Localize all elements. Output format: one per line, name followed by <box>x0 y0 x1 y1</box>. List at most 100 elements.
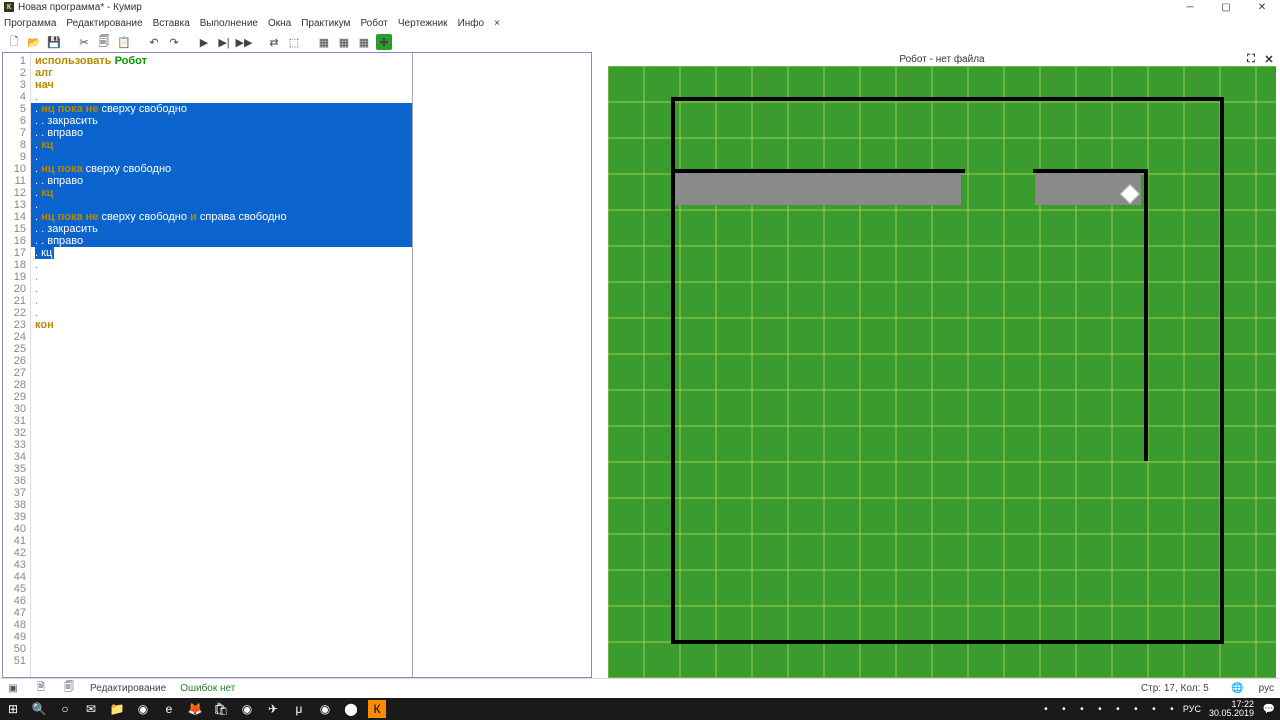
close-button[interactable]: ✕ <box>1244 0 1280 14</box>
code-line-17[interactable]: . кц <box>31 247 412 259</box>
painted-cell <box>675 173 961 205</box>
menu-Практикум[interactable]: Практикум <box>301 18 350 29</box>
code-line-2[interactable]: алг <box>31 67 412 79</box>
toggle2-button[interactable]: ⬚ <box>286 34 302 50</box>
status-lang-icon[interactable]: 🌐 <box>1231 682 1245 696</box>
code-line-19[interactable]: . <box>31 271 412 283</box>
menu-Редактирование[interactable]: Редактирование <box>66 18 142 29</box>
cut-button[interactable]: ✂ <box>76 34 92 50</box>
code-line-21[interactable]: . <box>31 295 412 307</box>
code-line-4[interactable]: . <box>31 91 412 103</box>
menu-×[interactable]: × <box>494 18 500 29</box>
code-line-8[interactable]: . кц <box>31 139 412 151</box>
menu-Окна[interactable]: Окна <box>268 18 291 29</box>
code-line-24[interactable] <box>31 331 412 343</box>
code-line-23[interactable]: кон <box>31 319 412 331</box>
undo-button[interactable]: ↶ <box>146 34 162 50</box>
tray-bt[interactable]: • <box>1057 702 1071 716</box>
taskbar-steam[interactable]: ◉ <box>238 700 256 718</box>
menu-Инфо[interactable]: Инфо <box>458 18 485 29</box>
tray-lang[interactable]: • <box>1165 702 1179 716</box>
code-line-1[interactable]: использовать Робот <box>31 55 412 67</box>
grid2-button[interactable]: ▦ <box>336 34 352 50</box>
menu-Вставка[interactable]: Вставка <box>153 18 190 29</box>
taskbar-chrome2[interactable]: ◉ <box>316 700 334 718</box>
code-line-16[interactable]: . . вправо <box>31 235 412 247</box>
menu-Чертежник[interactable]: Чертежник <box>398 18 448 29</box>
open-button[interactable]: 📂 <box>26 34 42 50</box>
save-button[interactable]: 💾 <box>46 34 62 50</box>
paste-button[interactable]: 📋 <box>116 34 132 50</box>
robot-field[interactable] <box>608 66 1276 678</box>
new-button[interactable]: 🗋 <box>6 34 22 50</box>
taskbar-edge[interactable]: e <box>160 700 178 718</box>
taskbar-store[interactable]: 🛍 <box>212 700 230 718</box>
fast-button[interactable]: ▶▶ <box>236 34 252 50</box>
taskbar-chrome[interactable]: ◉ <box>134 700 152 718</box>
taskbar-mail[interactable]: ✉ <box>82 700 100 718</box>
taskbar-win[interactable]: ⊞ <box>4 700 22 718</box>
robot-expand-icon[interactable]: ⛶ <box>1244 52 1258 66</box>
minimize-button[interactable]: ─ <box>1172 0 1208 14</box>
robot-panel-title: Робот - нет файла <box>899 54 984 65</box>
editor-pane: 1234567891011121314151617181920212223242… <box>2 52 592 678</box>
menu-Программа[interactable]: Программа <box>4 18 56 29</box>
code-line-6[interactable]: . . закрасить <box>31 115 412 127</box>
inner-wall <box>675 169 965 173</box>
toggle1-button[interactable]: ⇄ <box>266 34 282 50</box>
taskbar-explorer[interactable]: 📁 <box>108 700 126 718</box>
status-errors: Ошибок нет <box>180 683 235 694</box>
outer-wall <box>671 97 675 640</box>
app-icon: К <box>4 2 14 12</box>
status-cursor-pos: Стр: 17, Кол: 5 <box>1141 683 1209 694</box>
step-button[interactable]: ▶| <box>216 34 232 50</box>
status-mode: Редактирование <box>90 683 166 694</box>
tray-eye[interactable]: • <box>1093 702 1107 716</box>
taskbar-telegram[interactable]: ✈ <box>264 700 282 718</box>
tray-vol[interactable]: • <box>1147 702 1161 716</box>
taskbar-kumir[interactable]: К <box>368 700 386 718</box>
status-icon-3[interactable]: 🗐 <box>62 682 76 696</box>
tray-net[interactable]: • <box>1129 702 1143 716</box>
code-line-22[interactable]: . <box>31 307 412 319</box>
copy-button[interactable]: 🗐 <box>96 34 112 50</box>
tray-notifications[interactable]: 💬 <box>1262 702 1276 716</box>
menu-Выполнение[interactable]: Выполнение <box>200 18 258 29</box>
code-line-14[interactable]: . нц пока не сверху свободно и справа св… <box>31 211 412 223</box>
line-gutter: 1234567891011121314151617181920212223242… <box>3 53 31 677</box>
taskbar-search[interactable]: 🔍 <box>30 700 48 718</box>
run-button[interactable]: ▶ <box>196 34 212 50</box>
taskbar-firefox[interactable]: 🦊 <box>186 700 204 718</box>
taskbar-obs[interactable]: ⬤ <box>342 700 360 718</box>
taskbar-mu[interactable]: μ <box>290 700 308 718</box>
code-area[interactable]: использовать Роботалгнач.. нц пока не св… <box>31 53 412 677</box>
outer-wall <box>671 640 1220 644</box>
code-line-3[interactable]: нач <box>31 79 412 91</box>
tray-up[interactable]: • <box>1039 702 1053 716</box>
menu-Робот[interactable]: Робот <box>360 18 387 29</box>
code-line-7[interactable]: . . вправо <box>31 127 412 139</box>
code-line-13[interactable]: . <box>31 199 412 211</box>
code-line-12[interactable]: . кц <box>31 187 412 199</box>
tray-lang[interactable]: РУС <box>1183 704 1201 714</box>
robot-close-icon[interactable]: ✕ <box>1262 52 1276 66</box>
code-line-9[interactable]: . <box>31 151 412 163</box>
grid1-button[interactable]: ▦ <box>316 34 332 50</box>
status-icon-2[interactable]: 🗎 <box>34 682 48 696</box>
status-icon-1[interactable]: ▣ <box>6 682 20 696</box>
code-line-15[interactable]: . . закрасить <box>31 223 412 235</box>
maximize-button[interactable]: ▢ <box>1208 0 1244 14</box>
redo-button[interactable]: ↷ <box>166 34 182 50</box>
grid3-button[interactable]: ▦ <box>356 34 372 50</box>
code-line-10[interactable]: . нц пока сверху свободно <box>31 163 412 175</box>
outer-wall <box>671 97 1220 101</box>
code-line-20[interactable]: . <box>31 283 412 295</box>
tray-clock[interactable]: 17:2230.05.2019 <box>1205 700 1258 718</box>
tray-sec[interactable]: • <box>1111 702 1125 716</box>
taskbar-cortana[interactable]: ○ <box>56 700 74 718</box>
code-line-18[interactable]: . <box>31 259 412 271</box>
green-button[interactable]: ✚ <box>376 34 392 50</box>
tray-cloud[interactable]: • <box>1075 702 1089 716</box>
code-line-11[interactable]: . . вправо <box>31 175 412 187</box>
code-line-5[interactable]: . нц пока не сверху свободно <box>31 103 412 115</box>
